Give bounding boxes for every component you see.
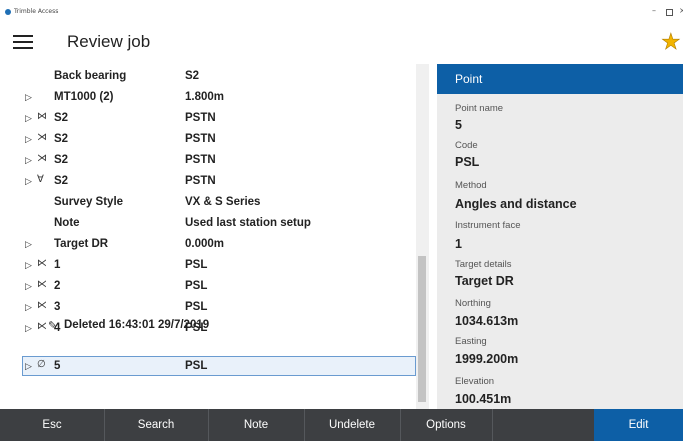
deleted-status-text: Deleted 16:43:01 29/7/2019 — [64, 319, 210, 331]
list-item[interactable]: ▷ ⋊ S2 PSTN — [23, 151, 418, 171]
search-button[interactable]: Search — [104, 409, 208, 441]
field-label: Target details — [455, 259, 512, 270]
observation-icon: ⋊ — [37, 153, 47, 164]
expand-arrow-icon[interactable]: ▷ — [25, 260, 32, 272]
list-item[interactable]: ▷ ⋊ S2 PSTN — [23, 130, 418, 150]
record-label: 2 — [54, 280, 61, 292]
record-value: PSTN — [185, 175, 216, 187]
expand-arrow-icon[interactable]: ▷ — [25, 281, 32, 293]
expand-arrow-icon[interactable]: ▷ — [25, 113, 32, 125]
record-value: PSL — [185, 259, 208, 271]
page-title: Review job — [67, 32, 151, 51]
record-label: S2 — [54, 133, 69, 145]
record-value: PSTN — [185, 154, 216, 166]
expand-arrow-icon[interactable]: ▷ — [25, 302, 32, 314]
record-label: S2 — [54, 175, 69, 187]
field-value: Angles and distance — [455, 197, 577, 211]
record-value: PSTN — [185, 133, 216, 145]
field-label: Code — [455, 140, 478, 151]
record-label: S2 — [54, 112, 69, 124]
toolbar-divider — [492, 409, 493, 441]
record-label: MT1000 (2) — [54, 91, 114, 103]
record-label: 3 — [54, 301, 61, 313]
record-label: S2 — [54, 154, 69, 166]
field-value: 1034.613m — [455, 314, 519, 328]
favorites-star-icon[interactable]: ★ — [661, 30, 681, 56]
list-item[interactable]: ▷ ⋉ 2 PSL — [23, 277, 418, 297]
topo-point-icon: ⋉ — [37, 300, 47, 311]
field-value: 5 — [455, 118, 462, 132]
field-value: PSL — [455, 155, 480, 169]
expand-arrow-icon[interactable]: ▷ — [25, 92, 32, 104]
edit-note-icon: ✎ — [48, 319, 58, 332]
menu-icon[interactable] — [13, 35, 33, 49]
expand-arrow-icon[interactable]: ▷ — [25, 155, 32, 167]
field-value: 100.451m — [455, 392, 512, 406]
observation-icon: ⋊ — [37, 132, 47, 143]
window-title: Trimble Access — [14, 8, 59, 15]
field-value: Target DR — [455, 274, 514, 288]
close-button[interactable]: × — [679, 6, 683, 16]
observation-icon: ⋈ — [37, 111, 47, 122]
minimize-button[interactable]: – — [652, 6, 656, 16]
topo-point-icon: ⋉ — [37, 321, 47, 332]
list-item[interactable]: Note Used last station setup — [23, 214, 418, 234]
list-item[interactable]: Back bearing S2 — [23, 67, 418, 87]
topo-point-icon: ⋉ — [37, 279, 47, 290]
record-value: 1.800m — [185, 91, 225, 103]
list-item[interactable]: Survey Style VX & S Series — [23, 193, 418, 213]
undelete-button[interactable]: Undelete — [304, 409, 400, 441]
expand-arrow-icon[interactable]: ▷ — [25, 239, 32, 251]
list-item[interactable]: ▷ Target DR 0.000m — [23, 235, 418, 255]
job-record-list: Back bearing S2 ▷ MT1000 (2) 1.800m ▷ ⋈ … — [22, 67, 418, 402]
note-button[interactable]: Note — [208, 409, 304, 441]
record-value: PSTN — [185, 112, 216, 124]
expand-arrow-icon[interactable]: ▷ — [25, 361, 32, 373]
expand-arrow-icon[interactable]: ▷ — [25, 176, 32, 188]
list-item[interactable]: ▷ ∀ S2 PSTN — [23, 172, 418, 192]
record-value: 0.000m — [185, 238, 225, 250]
window-title-bar: Trimble Access – × — [0, 0, 683, 22]
record-label: Target DR — [54, 238, 109, 250]
record-value: Used last station setup — [185, 217, 311, 229]
record-value: PSL — [185, 360, 208, 372]
topo-point-icon: ⋉ — [37, 258, 47, 269]
field-label: Elevation — [455, 376, 495, 387]
observation-icon: ∀ — [37, 174, 44, 185]
record-label: Note — [54, 217, 80, 229]
deleted-point-icon: ∅ — [37, 359, 46, 370]
field-label: Northing — [455, 298, 491, 309]
scrollbar-thumb[interactable] — [418, 256, 426, 402]
field-value: 1 — [455, 237, 462, 251]
list-item[interactable]: ▷ ⋉ 3 PSL — [23, 298, 418, 318]
field-label: Instrument face — [455, 220, 521, 231]
field-value: 1999.200m — [455, 352, 519, 366]
expand-arrow-icon[interactable]: ▷ — [25, 134, 32, 146]
record-value: PSL — [185, 301, 208, 313]
edit-button[interactable]: Edit — [594, 409, 683, 441]
esc-button[interactable]: Esc — [0, 409, 104, 441]
record-value: PSL — [185, 280, 208, 292]
field-label: Point name — [455, 103, 504, 114]
record-value: S2 — [185, 70, 200, 82]
record-label: 1 — [54, 259, 61, 271]
app-logo-icon — [5, 9, 11, 15]
record-label: Survey Style — [54, 196, 124, 208]
expand-arrow-icon[interactable]: ▷ — [25, 323, 32, 335]
list-item[interactable]: ▷ ⋈ S2 PSTN — [23, 109, 418, 129]
list-item[interactable]: ▷ MT1000 (2) 1.800m — [23, 88, 418, 108]
record-value: VX & S Series — [185, 196, 261, 208]
field-label: Easting — [455, 336, 487, 347]
record-label: 5 — [54, 360, 61, 372]
list-item[interactable]: ▷ ⋉ 1 PSL — [23, 256, 418, 276]
record-label: Back bearing — [54, 70, 127, 82]
panel-title: Point — [455, 72, 483, 86]
list-item-selected[interactable]: ▷ ∅ 5 PSL — [22, 356, 416, 376]
page-header: Review job ★ — [0, 22, 683, 64]
maximize-button[interactable] — [666, 9, 673, 16]
options-button[interactable]: Options — [400, 409, 492, 441]
field-label: Method — [455, 180, 487, 191]
